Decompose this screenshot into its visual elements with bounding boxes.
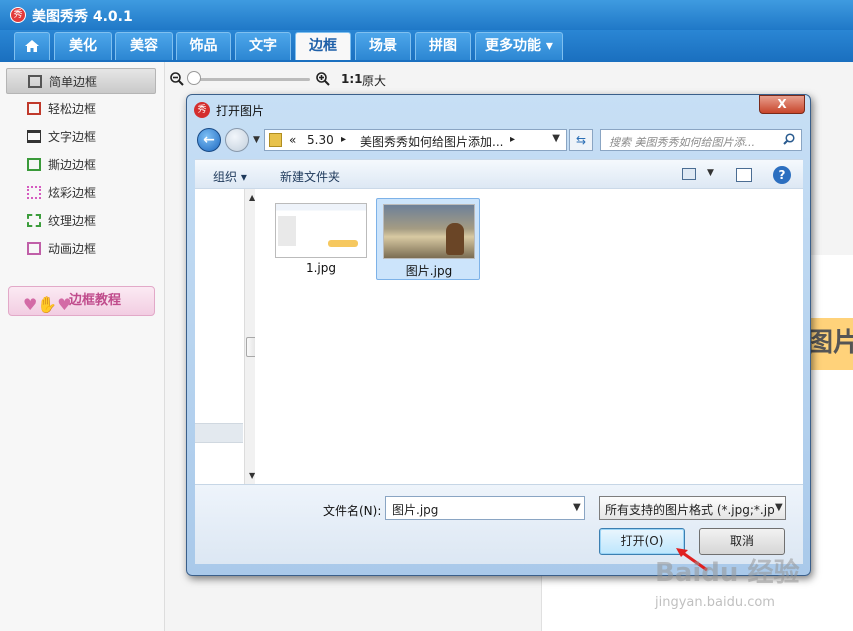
- file-item[interactable]: 1.jpg: [269, 198, 373, 280]
- home-icon: [25, 40, 39, 52]
- dialog-toolbar: 组织 ▾ 新建文件夹 ▼ ?: [195, 159, 803, 189]
- search-placeholder: 搜索 美图秀秀如何给图片添...: [609, 136, 755, 149]
- address-segment-folder[interactable]: 美图秀秀如何给图片添加...: [360, 133, 503, 150]
- address-bar[interactable]: « 5.30 ▸ 美图秀秀如何给图片添加... ▸ ▼: [264, 129, 567, 151]
- tab-text[interactable]: 文字: [235, 32, 291, 60]
- forward-button[interactable]: [225, 128, 249, 152]
- tab-accessories[interactable]: 饰品: [176, 32, 231, 60]
- tab-home[interactable]: [14, 32, 50, 60]
- sidebar-item-animated-border[interactable]: 动画边框: [6, 236, 156, 262]
- file-name: 图片.jpg: [405, 264, 453, 278]
- sidebar-item-label: 轻松边框: [48, 102, 97, 116]
- filename-dropdown-icon[interactable]: ▼: [573, 502, 581, 513]
- tutorial-label: 边框教程: [69, 293, 122, 308]
- zoom-slider-thumb[interactable]: [187, 71, 201, 85]
- zoom-in-icon[interactable]: [316, 72, 330, 86]
- filename-input[interactable]: 图片.jpg: [385, 496, 585, 520]
- cancel-button[interactable]: 取消: [699, 528, 785, 555]
- dialog-close-button[interactable]: X: [759, 95, 805, 114]
- zoom-out-icon[interactable]: [170, 72, 184, 86]
- canvas-image-text: 图片: [805, 318, 853, 370]
- file-list-pane: 1.jpg 图片.jpg: [255, 189, 803, 484]
- filename-label: 文件名(N):: [323, 504, 382, 518]
- torn-border-icon: [27, 158, 41, 171]
- address-separator-icon[interactable]: ▸: [341, 134, 346, 145]
- app-title: 美图秀秀 4.0.1: [32, 9, 133, 25]
- animated-border-icon: [27, 242, 41, 255]
- address-separator-icon[interactable]: ▸: [510, 134, 515, 145]
- app-logo-icon: 秀: [10, 7, 26, 23]
- tab-collage[interactable]: 拼图: [415, 32, 471, 60]
- tab-beautify[interactable]: 美化: [54, 32, 112, 60]
- text-border-icon: [27, 130, 41, 143]
- sidebar-item-texture-border[interactable]: 纹理边框: [6, 208, 156, 234]
- sidebar-item-label: 炫彩边框: [48, 186, 97, 200]
- zoom-bar: 1:1 原大: [166, 66, 853, 92]
- navigation-pane: ▲ ▼: [195, 189, 261, 484]
- preview-pane-icon[interactable]: [736, 168, 752, 182]
- refresh-icon: ⇆: [575, 133, 587, 147]
- zoom-ratio-button[interactable]: 1:1: [341, 72, 363, 86]
- view-icon[interactable]: [682, 168, 696, 180]
- file-type-dropdown-icon[interactable]: ▼: [775, 502, 783, 513]
- sidebar-item-text-border[interactable]: 文字边框: [6, 124, 156, 150]
- sidebar-item-label: 撕边边框: [48, 158, 97, 172]
- sidebar-item-colorful-border[interactable]: 炫彩边框: [6, 180, 156, 206]
- help-icon[interactable]: ?: [773, 166, 791, 184]
- history-dropdown-icon[interactable]: ▼: [253, 135, 260, 145]
- address-overflow[interactable]: «: [289, 133, 296, 147]
- sidebar-item-label: 文字边框: [48, 130, 97, 144]
- dialog-app-icon: 秀: [194, 102, 210, 118]
- tab-more-features[interactable]: 更多功能 ▾: [475, 32, 563, 60]
- file-name: 1.jpg: [305, 261, 337, 275]
- sidebar-item-easy-border[interactable]: 轻松边框: [6, 96, 156, 122]
- thumbnail-sidebar: [278, 216, 296, 246]
- sidebar-item-simple-border[interactable]: 简单边框: [6, 68, 156, 94]
- back-arrow-icon: ←: [203, 132, 215, 148]
- file-item-selected[interactable]: 图片.jpg: [376, 198, 480, 280]
- tab-border[interactable]: 边框: [295, 32, 351, 60]
- refresh-button[interactable]: ⇆: [569, 129, 593, 151]
- dialog-title: 打开图片: [216, 104, 265, 118]
- border-sidebar: 简单边框 轻松边框 文字边框 撕边边框 炫彩边框 纹理边框 动画边框 ♥✋♥ 边…: [0, 62, 165, 631]
- search-input[interactable]: 搜索 美图秀秀如何给图片添...: [600, 129, 802, 151]
- tab-beauty[interactable]: 美容: [115, 32, 173, 60]
- easy-border-icon: [27, 102, 41, 115]
- new-folder-button[interactable]: 新建文件夹: [280, 168, 340, 185]
- file-thumbnail: [275, 203, 367, 258]
- tab-scene[interactable]: 场景: [355, 32, 411, 60]
- baidu-watermark: Baidu 经验: [655, 558, 800, 588]
- texture-border-icon: [27, 214, 41, 227]
- app-titlebar: 秀 美图秀秀 4.0.1: [0, 0, 853, 30]
- simple-border-icon: [28, 75, 42, 88]
- thumbnail-cat: [446, 223, 464, 255]
- folder-icon: [269, 133, 282, 147]
- sidebar-item-label: 纹理边框: [48, 214, 97, 228]
- watermark-url: jingyan.baidu.com: [655, 595, 775, 610]
- file-thumbnail: [383, 204, 475, 259]
- thumbnail-badge: [328, 240, 358, 247]
- hand-heart-icon: ♥✋♥: [23, 295, 72, 314]
- colorful-border-icon: [27, 186, 41, 199]
- back-button[interactable]: ←: [197, 128, 221, 152]
- file-type-select[interactable]: 所有支持的图片格式 (*.jpg;*.jp: [599, 496, 786, 520]
- zoom-original-label[interactable]: 原大: [362, 72, 386, 89]
- search-icon[interactable]: [783, 133, 795, 145]
- sidebar-item-label: 动画边框: [48, 242, 97, 256]
- address-segment-5-30[interactable]: 5.30: [307, 133, 334, 147]
- organize-menu[interactable]: 组织 ▾: [213, 168, 247, 185]
- zoom-slider-track[interactable]: [190, 78, 310, 81]
- open-button[interactable]: 打开(O): [599, 528, 685, 555]
- address-dropdown-icon[interactable]: ▼: [552, 133, 560, 144]
- main-tabbar: 美化 美容 饰品 文字 边框 场景 拼图 更多功能 ▾: [0, 30, 853, 62]
- nav-selected-item[interactable]: [195, 423, 243, 443]
- sidebar-item-torn-border[interactable]: 撕边边框: [6, 152, 156, 178]
- open-image-dialog: 秀 打开图片 X ← ▼ « 5.30 ▸ 美图秀秀如何给图片添加... ▸ ▼…: [186, 94, 811, 576]
- view-dropdown-icon[interactable]: ▼: [707, 168, 714, 178]
- sidebar-item-label: 简单边框: [49, 75, 98, 89]
- border-tutorial-button[interactable]: ♥✋♥ 边框教程: [8, 286, 155, 316]
